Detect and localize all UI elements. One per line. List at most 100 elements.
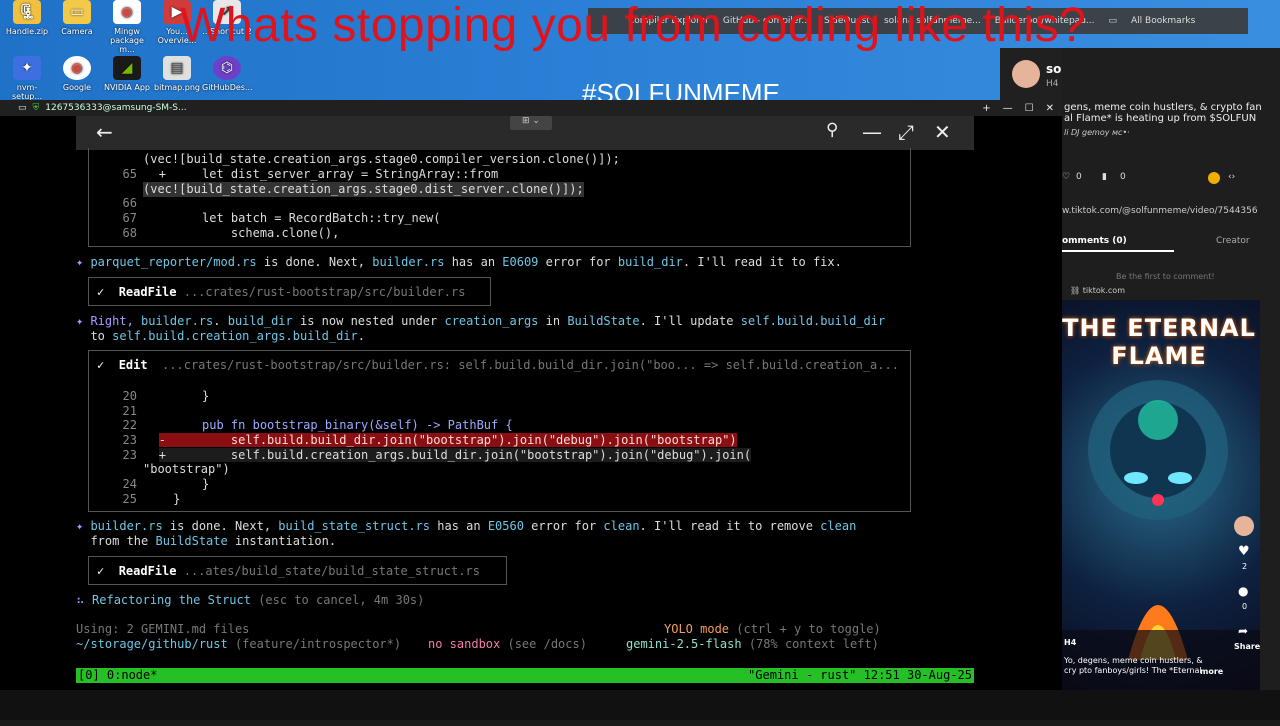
heart-icon[interactable]: ♥ xyxy=(1238,544,1250,559)
empty-comments-text: Be the first to comment! xyxy=(1116,272,1215,281)
nvidia-icon: ◢ xyxy=(113,56,141,80)
agent-message-continued: to self.build.creation_args.build_dir. xyxy=(76,329,365,344)
pin-icon[interactable]: ⚲ xyxy=(826,120,838,140)
tool-call-edit: ✓ Edit ...crates/rust-bootstrap/src/buil… xyxy=(88,350,911,512)
desktop-icon-label: Mingw package m... xyxy=(110,27,144,54)
desktop-icon-github[interactable]: ⌬ GitHubDes... xyxy=(202,56,253,92)
desktop-icon-camera[interactable]: ▭ Camera xyxy=(52,0,102,36)
cwd-path: ~/storage/github/rust xyxy=(76,637,228,651)
bookmark-icon[interactable]: ▮ xyxy=(1102,172,1107,182)
tiktok-video-poster[interactable]: THE ETERNAL FLAME H4 Yo, degens, meme co… xyxy=(1058,300,1260,690)
close-icon[interactable]: ✕ xyxy=(1046,103,1054,114)
context-left: (78% context left) xyxy=(741,637,879,651)
code-line: 25 } xyxy=(89,492,181,507)
yolo-label: YOLO mode xyxy=(664,622,730,636)
tab-creator[interactable]: Creator xyxy=(1216,236,1250,246)
expand-icon[interactable]: ⤢ xyxy=(898,120,914,144)
desktop-icon-label: GitHubDes... xyxy=(202,83,253,92)
desktop-icon-label: Camera xyxy=(61,27,93,36)
terminal-title-bar: ← ⊞ ⌄ ⚲ — ⤢ ✕ xyxy=(76,116,974,150)
message-text: to xyxy=(76,329,113,343)
line-number: 25 xyxy=(122,492,137,506)
desktop-icon-mingw[interactable]: ◉ Mingw package m... xyxy=(102,0,152,54)
all-bookmarks-link[interactable]: All Bookmarks xyxy=(1131,16,1195,26)
bottom-region xyxy=(0,690,1280,720)
error-code: E0560 xyxy=(487,519,524,533)
message-text: is done. Next, xyxy=(162,519,279,533)
side-like-count: 2 xyxy=(1242,562,1248,571)
code-line-deleted: 23 - self.build.build_dir.join("bootstra… xyxy=(89,433,737,448)
tab-comments[interactable]: omments (0) xyxy=(1062,236,1174,252)
desktop-icon-bitmap[interactable]: ▤ bitmap.png xyxy=(152,56,202,92)
yolo-mode-indicator[interactable]: YOLO mode (ctrl + y to toggle) xyxy=(664,622,881,637)
code-line: 65 + let dist_server_array = StringArray… xyxy=(89,167,499,182)
file-ref: builder.rs xyxy=(90,519,163,533)
camera-folder-icon: ▭ xyxy=(63,0,91,24)
tool-call-line: ✓ ReadFile ...crates/rust-bootstrap/src/… xyxy=(97,285,465,300)
comment-icon[interactable]: ● xyxy=(1238,584,1248,598)
var-ref: clean xyxy=(603,519,640,533)
message-text: is done. Next, xyxy=(256,255,373,269)
close-icon[interactable]: ✕ xyxy=(934,120,951,144)
var-ref: self.build.creation_args.build_dir xyxy=(112,329,358,343)
desktop-icon-nvidia[interactable]: ◢ NVIDIA App xyxy=(102,56,152,92)
code-line: 21 xyxy=(89,404,137,419)
add-icon[interactable]: + xyxy=(982,103,990,114)
avatar[interactable] xyxy=(1012,60,1040,88)
site-name: tiktok.com xyxy=(1082,286,1125,295)
desktop-icon-nvm[interactable]: ✦ nvm-setup... xyxy=(2,56,52,101)
tool-path: ...ates/build_state/build_state_struct.r… xyxy=(183,564,480,578)
tmux-status-bar: [0] 0:node* "Gemini - rust" 12:51 30-Aug… xyxy=(76,668,974,683)
message-text: . xyxy=(357,329,365,343)
model-info: gemini-2.5-flash (78% context left) xyxy=(626,637,879,652)
maximize-icon[interactable]: ☐ xyxy=(1025,103,1034,114)
code-line: 67 let batch = RecordBatch::try_new( xyxy=(89,211,441,226)
code-line: 22 pub fn bootstrap_binary(&self) -> Pat… xyxy=(89,418,513,433)
like-count: 0 xyxy=(1076,172,1082,182)
diff-box: (vec![build_state.creation_args.stage0.c… xyxy=(88,148,911,247)
desktop-icon-google[interactable]: ◉ Google xyxy=(52,56,102,92)
desktop-icon-handle-zip[interactable]: 🗜 Handle.zip xyxy=(2,0,52,36)
line-number: 22 xyxy=(122,418,137,432)
video-url[interactable]: w.tiktok.com/@solfunmeme/video/7544356 xyxy=(1062,206,1258,216)
like-icon[interactable]: ♡ xyxy=(1062,172,1070,182)
check-icon: ✓ xyxy=(97,285,105,299)
code-line-added: 23 + self.build.creation_args.build_dir.… xyxy=(89,448,752,463)
more-link[interactable]: more xyxy=(1200,667,1223,676)
poster-art xyxy=(1058,380,1260,690)
error-code: E0609 xyxy=(502,255,539,269)
terminal-window[interactable]: ← ⊞ ⌄ ⚲ — ⤢ ✕ (vec![build_state.creation… xyxy=(0,116,1062,690)
embed-icon[interactable]: ‹› xyxy=(1228,172,1235,182)
minimize-icon[interactable]: — xyxy=(1003,103,1013,114)
folder-icon: ▭ xyxy=(1108,16,1117,26)
code-line: "bootstrap") xyxy=(143,462,230,476)
creator-avatar[interactable] xyxy=(1234,516,1254,536)
message-bullet: ✦ Right, xyxy=(76,314,142,328)
image-file-icon: ▤ xyxy=(163,56,191,80)
code-line: (vec![build_state.creation_args.stage0.d… xyxy=(143,182,584,197)
zip-icon: 🗜 xyxy=(13,0,41,24)
var-ref: creation_args xyxy=(444,314,539,328)
line-number: 23 xyxy=(122,433,137,447)
poster-caption: Yo, degens, meme coin hustlers, & cry pt… xyxy=(1064,656,1203,675)
yolo-hint: (ctrl + y to toggle) xyxy=(729,622,881,636)
tmux-window-list[interactable]: [0] 0:node* xyxy=(78,668,157,683)
site-label: ⛓ tiktok.com xyxy=(1070,286,1125,295)
window-mode-indicator[interactable]: ⊞ ⌄ xyxy=(510,116,552,130)
file-ref: builder.rs xyxy=(141,314,214,328)
device-label[interactable]: 1267536333@samsung-SM-S... xyxy=(45,103,186,113)
var-ref: build_dir xyxy=(227,314,293,328)
git-branch: (feature/introspector*) xyxy=(227,637,402,651)
device-strip: ▭ ⛨ 1267536333@samsung-SM-S... xyxy=(0,100,1062,116)
share-icon[interactable]: ➦ xyxy=(1238,624,1248,638)
message-text: has an xyxy=(444,255,503,269)
code-line: 68 schema.clone(), xyxy=(89,226,340,241)
back-arrow-icon[interactable]: ← xyxy=(96,120,113,144)
code-line: (vec![build_state.creation_args.stage0.c… xyxy=(143,152,620,166)
caption-line: gens, meme coin hustlers, & crypto fan xyxy=(1064,102,1262,113)
minimize-icon[interactable]: — xyxy=(862,120,882,144)
working-hint: (esc to cancel, 4m 30s) xyxy=(250,593,425,607)
message-text: is now nested under xyxy=(292,314,445,328)
coin-icon[interactable] xyxy=(1208,172,1220,184)
code-text: + let dist_server_array = StringArray::f… xyxy=(158,167,499,181)
